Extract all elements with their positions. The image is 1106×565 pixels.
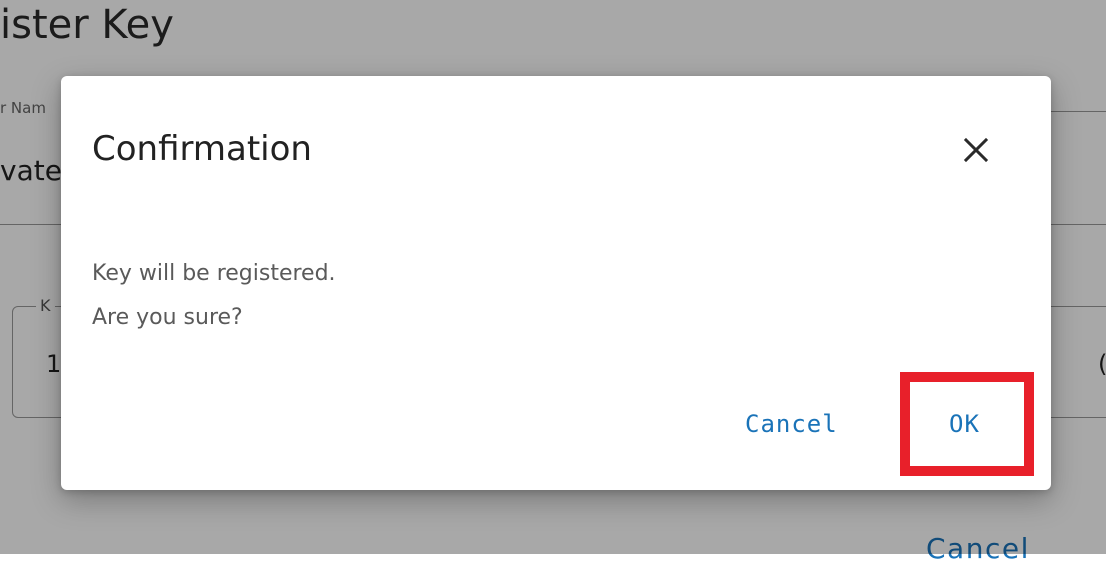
dialog-message: Key will be registered. Are you sure? — [92, 252, 336, 340]
close-button[interactable] — [954, 130, 998, 174]
confirmation-dialog: Confirmation Key will be registered. Are… — [61, 76, 1051, 490]
cancel-button[interactable]: Cancel — [733, 398, 850, 450]
dialog-message-line: Key will be registered. — [92, 261, 336, 286]
dialog-message-line: Are you sure? — [92, 305, 243, 330]
dialog-title: Confirmation — [92, 129, 312, 169]
ok-button[interactable]: OK — [935, 398, 994, 450]
close-icon — [962, 136, 990, 168]
